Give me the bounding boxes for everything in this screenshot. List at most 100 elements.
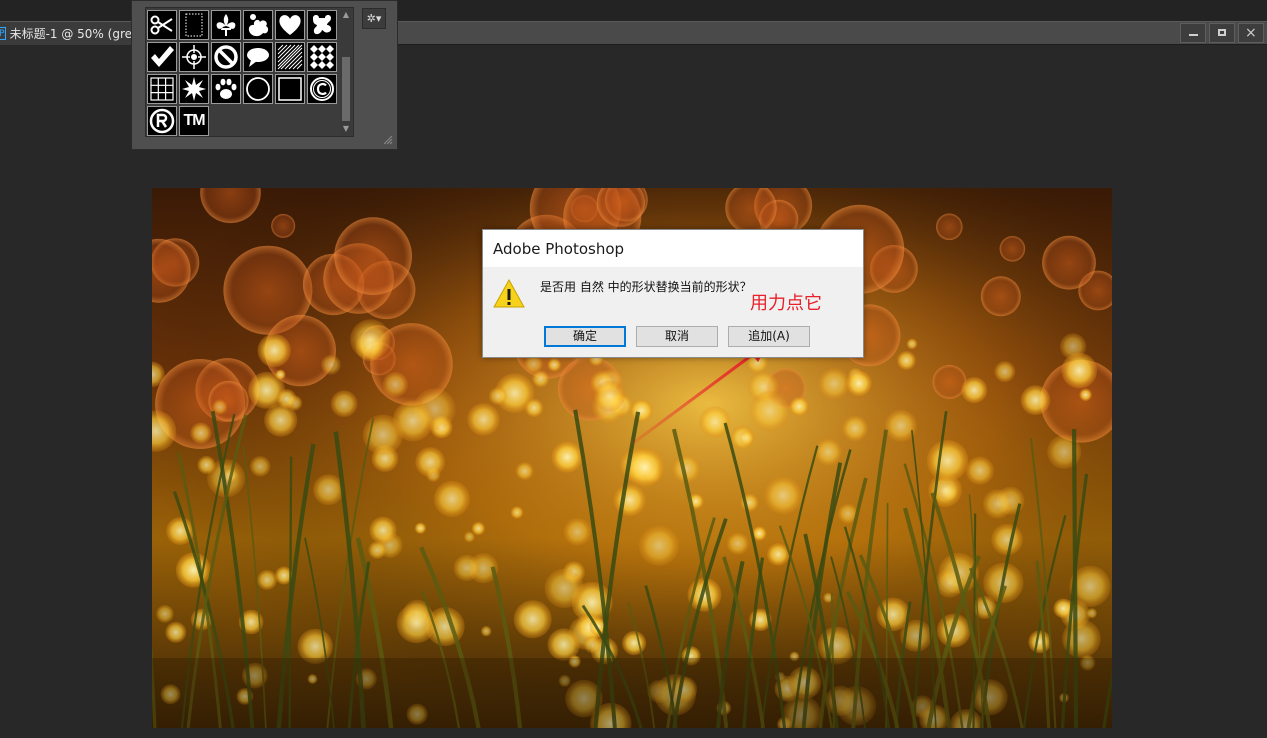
bokeh-orb bbox=[739, 430, 754, 446]
dialog-titlebar[interactable]: Adobe Photoshop bbox=[483, 230, 863, 267]
bokeh-orb bbox=[583, 636, 602, 654]
checkmark-shape[interactable] bbox=[147, 42, 177, 72]
bokeh-orb bbox=[396, 603, 437, 644]
bokeh-orb bbox=[313, 474, 344, 506]
bokeh-orb bbox=[471, 521, 486, 536]
bokeh-orb bbox=[1042, 235, 1096, 290]
bokeh-orb bbox=[513, 600, 552, 639]
grid-icon bbox=[150, 77, 174, 101]
minimize-button[interactable] bbox=[1180, 23, 1206, 43]
no-sign-shape[interactable] bbox=[211, 42, 241, 72]
fleur-de-lis-shape[interactable] bbox=[211, 10, 241, 40]
frame-shape[interactable] bbox=[179, 10, 209, 40]
bokeh-orb bbox=[382, 371, 408, 398]
bokeh-orb bbox=[414, 522, 427, 534]
bokeh-orb bbox=[936, 213, 963, 241]
shape-list-scrollbar[interactable]: ▲ ▼ bbox=[340, 9, 352, 135]
resize-grip-icon[interactable] bbox=[383, 135, 393, 145]
bokeh-orb bbox=[467, 403, 500, 436]
bokeh-orb bbox=[271, 213, 296, 238]
bokeh-orb bbox=[515, 462, 534, 481]
starburst-shape[interactable] bbox=[179, 74, 209, 104]
bokeh-orb bbox=[350, 319, 391, 360]
scroll-thumb[interactable] bbox=[342, 57, 350, 121]
bokeh-orb bbox=[524, 398, 544, 418]
flower-blot-shape[interactable] bbox=[243, 10, 273, 40]
diagonal-lines-icon bbox=[277, 44, 303, 70]
registered-icon bbox=[149, 108, 175, 134]
bokeh-orb bbox=[994, 361, 1016, 383]
bokeh-orb bbox=[321, 354, 341, 375]
trademark-shape[interactable]: TM bbox=[179, 106, 209, 136]
scroll-down-icon[interactable]: ▼ bbox=[340, 123, 352, 135]
bokeh-orb bbox=[165, 621, 187, 643]
bokeh-orb bbox=[1086, 608, 1097, 619]
bokeh-orb bbox=[488, 387, 507, 405]
speech-bubble-shape[interactable] bbox=[243, 42, 273, 72]
no-sign-icon bbox=[214, 45, 238, 69]
bokeh-orb bbox=[544, 568, 584, 608]
shape-list: TM ▲ ▼ bbox=[145, 7, 354, 137]
bokeh-orb bbox=[276, 389, 297, 409]
paw-print-shape[interactable] bbox=[211, 74, 241, 104]
registered-shape[interactable] bbox=[147, 106, 177, 136]
bokeh-orb bbox=[197, 455, 216, 475]
close-icon: × bbox=[1245, 25, 1257, 41]
bokeh-orb bbox=[1020, 385, 1051, 415]
bokeh-orb bbox=[622, 631, 647, 656]
bokeh-orb bbox=[480, 625, 492, 637]
scissors-shape[interactable] bbox=[147, 10, 177, 40]
close-button[interactable]: × bbox=[1238, 23, 1264, 43]
bokeh-orb bbox=[814, 438, 842, 466]
cancel-button[interactable]: 取消 bbox=[636, 326, 718, 347]
bokeh-orb bbox=[699, 406, 731, 438]
bokeh-orb bbox=[749, 390, 790, 431]
ok-button[interactable]: 确定 bbox=[544, 326, 626, 347]
bokeh-orb bbox=[999, 236, 1026, 262]
scroll-up-icon[interactable]: ▲ bbox=[340, 9, 352, 21]
flower-blot-icon bbox=[248, 14, 269, 37]
bokeh-orb bbox=[190, 422, 212, 444]
custom-shape-picker-panel: TM ▲ ▼ ✲▾ bbox=[131, 0, 398, 150]
bokeh-orb bbox=[415, 447, 446, 477]
scissors-icon bbox=[150, 15, 173, 35]
bokeh-orb bbox=[983, 489, 1013, 519]
maximize-icon bbox=[1218, 29, 1226, 36]
checker-icon bbox=[310, 45, 334, 69]
bokeh-orb bbox=[991, 523, 1023, 556]
append-button[interactable]: 追加(A) bbox=[728, 326, 810, 347]
bokeh-orb bbox=[932, 364, 967, 399]
bokeh-orb bbox=[594, 380, 626, 412]
annotation-text: 用力点它 bbox=[750, 293, 822, 314]
heart-shape[interactable] bbox=[275, 10, 305, 40]
maximize-button[interactable] bbox=[1209, 23, 1235, 43]
bokeh-orb bbox=[842, 415, 868, 442]
grid-shape[interactable] bbox=[147, 74, 177, 104]
shape-settings-button[interactable]: ✲▾ bbox=[362, 8, 386, 29]
bokeh-orb bbox=[510, 506, 524, 519]
bokeh-orb bbox=[392, 400, 434, 442]
bokeh-orb bbox=[613, 483, 646, 517]
minimize-icon bbox=[1189, 34, 1198, 36]
circle-frame-icon bbox=[246, 77, 270, 101]
bokeh-orb bbox=[965, 456, 994, 485]
diagonal-lines-shape[interactable] bbox=[275, 42, 305, 72]
gear-icon: ✲▾ bbox=[366, 12, 382, 25]
fleur-de-lis-icon bbox=[216, 14, 236, 36]
puzzle-shape[interactable] bbox=[307, 10, 337, 40]
checker-shape[interactable] bbox=[307, 42, 337, 72]
square-shape[interactable] bbox=[275, 74, 305, 104]
bokeh-orb bbox=[156, 604, 174, 623]
bokeh-orb bbox=[818, 367, 850, 400]
heart-icon bbox=[279, 15, 301, 35]
document-tab[interactable]: Ps 未标题-1 @ 50% (gre bbox=[0, 22, 132, 45]
bokeh-orb bbox=[926, 439, 969, 482]
bokeh-orb bbox=[1028, 630, 1052, 654]
bokeh-orb bbox=[563, 518, 592, 546]
bokeh-orb bbox=[789, 396, 809, 417]
circle-frame-shape[interactable] bbox=[243, 74, 273, 104]
bokeh-orb bbox=[453, 554, 480, 582]
target-shape[interactable] bbox=[179, 42, 209, 72]
checkmark-icon bbox=[151, 46, 174, 67]
copyright-shape[interactable] bbox=[307, 74, 337, 104]
